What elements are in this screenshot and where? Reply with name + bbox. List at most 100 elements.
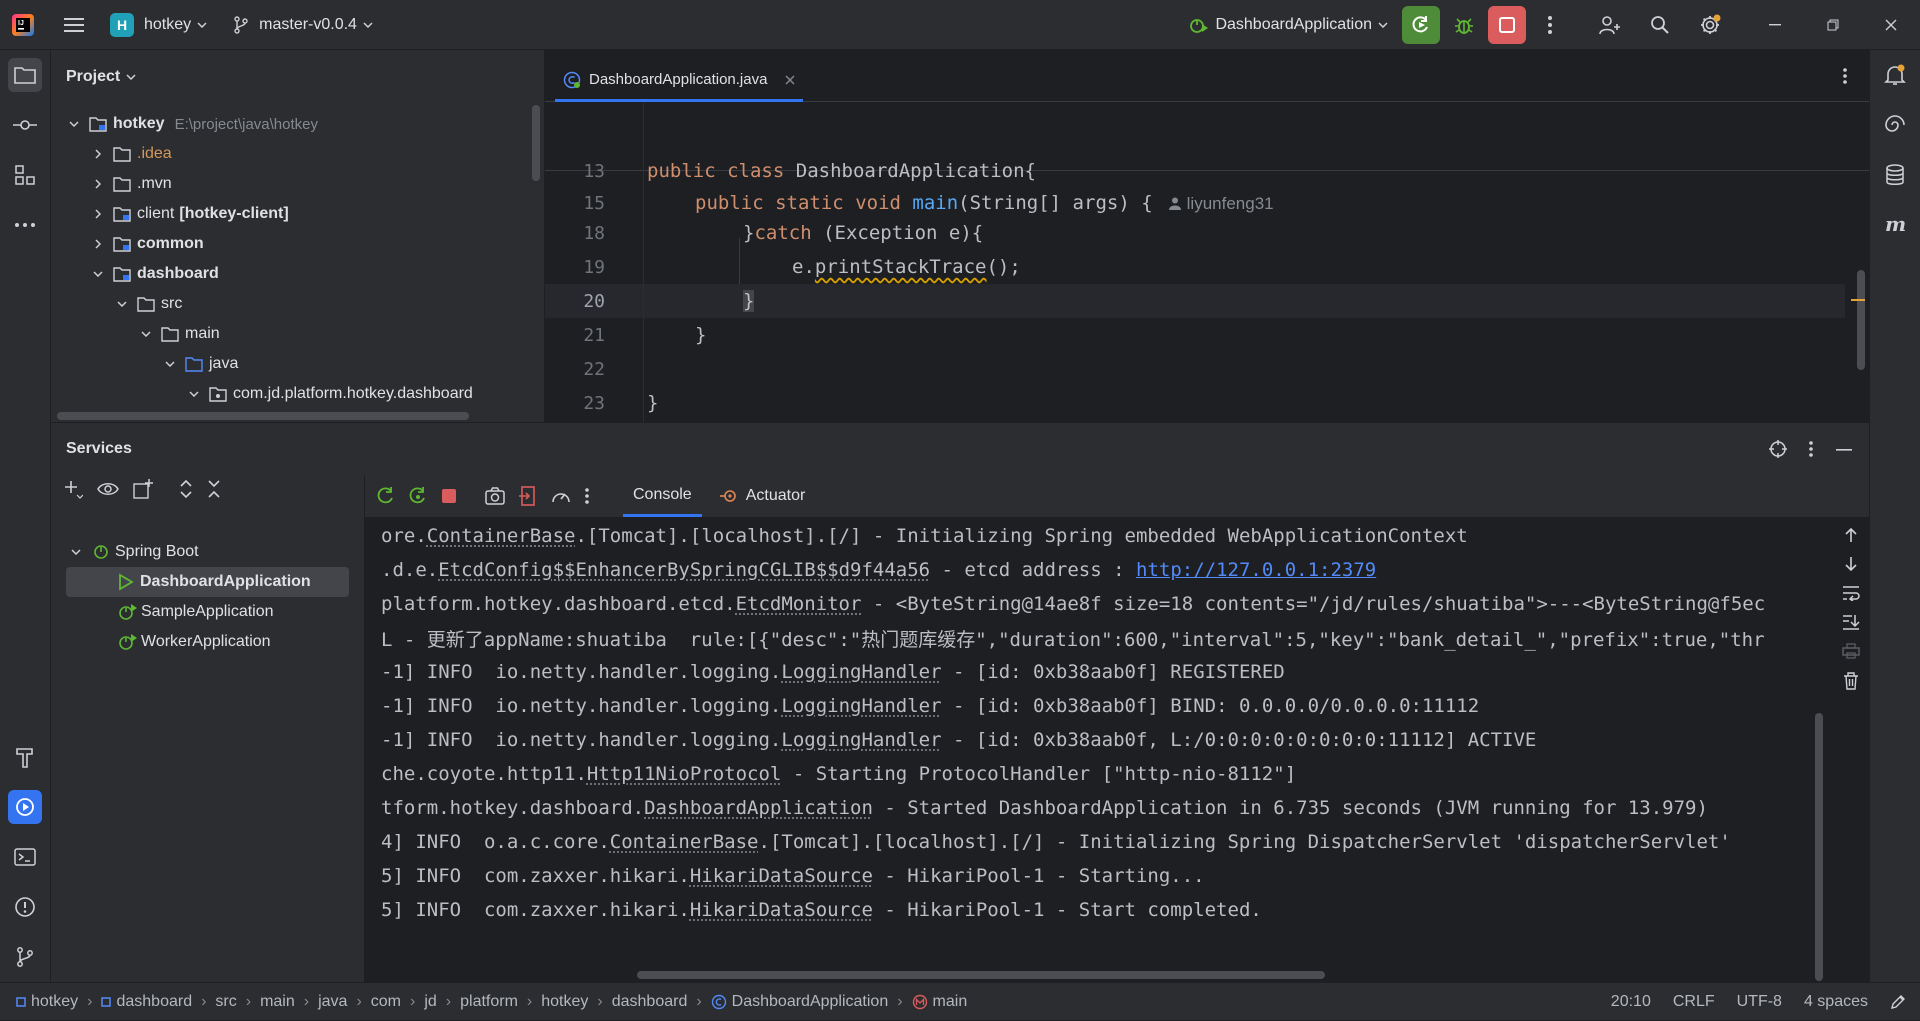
tab-actuator[interactable]: Actuator xyxy=(710,475,816,517)
close-icon[interactable] xyxy=(785,75,795,85)
add-icon[interactable] xyxy=(63,479,83,499)
chevron-right-icon[interactable] xyxy=(89,239,107,249)
more-vertical-icon[interactable] xyxy=(1843,68,1847,84)
exit-icon[interactable] xyxy=(519,486,537,506)
more-vertical-icon[interactable] xyxy=(1809,441,1813,457)
chevron-down-icon[interactable] xyxy=(161,361,179,367)
editor-scrollbar[interactable] xyxy=(1857,270,1865,370)
chevron-down-icon[interactable] xyxy=(137,331,155,337)
project-tool-button[interactable] xyxy=(8,58,42,92)
restart-icon[interactable] xyxy=(409,487,427,505)
code-with-me-button[interactable] xyxy=(1590,5,1630,45)
tree-item-package[interactable]: com.jd.platform.hotkey.dashboard xyxy=(185,380,473,408)
read-only-toggle-icon[interactable] xyxy=(1890,994,1906,1010)
more-tools-button[interactable] xyxy=(8,208,42,242)
code-line[interactable]: 20 } xyxy=(545,284,1869,318)
tree-item-idea[interactable]: .idea xyxy=(89,140,172,168)
debug-button[interactable] xyxy=(1444,5,1484,45)
project-panel-title[interactable]: Project xyxy=(66,68,136,86)
stop-icon[interactable] xyxy=(441,488,457,504)
console-vertical-scrollbar[interactable] xyxy=(1815,713,1823,981)
caret-position[interactable]: 20:10 xyxy=(1611,993,1651,1011)
collapse-all-icon[interactable] xyxy=(207,479,221,499)
line-separator[interactable]: CRLF xyxy=(1673,993,1715,1011)
file-encoding[interactable]: UTF-8 xyxy=(1737,993,1782,1011)
tab-console[interactable]: Console xyxy=(623,475,702,517)
code-line[interactable]: 18 }catch (Exception e){ xyxy=(545,216,1869,250)
vertical-scrollbar[interactable] xyxy=(532,105,540,181)
tree-item-dashboard[interactable]: dashboard xyxy=(89,260,219,288)
tree-item-spring-boot[interactable]: Spring Boot xyxy=(67,537,199,567)
camera-icon[interactable] xyxy=(485,487,505,505)
gauge-icon[interactable] xyxy=(551,487,571,505)
tree-item-root[interactable]: hotkey E:\project\java\hotkey xyxy=(65,110,318,138)
author-hint[interactable]: liyunfeng31 xyxy=(1168,194,1274,213)
branch-selector[interactable]: master-v0.0.4 xyxy=(225,8,381,42)
tree-item-client[interactable]: client [hotkey-client] xyxy=(89,200,289,228)
console-horizontal-scrollbar[interactable] xyxy=(637,971,1325,979)
chevron-right-icon[interactable] xyxy=(89,209,107,219)
trash-icon[interactable] xyxy=(1843,672,1859,690)
code-line[interactable]: 21 } xyxy=(545,318,1869,352)
service-item-worker[interactable]: WorkerApplication xyxy=(67,627,271,657)
tree-item-common[interactable]: common xyxy=(89,230,204,258)
breadcrumb-item[interactable]: jd xyxy=(424,993,436,1011)
project-selector[interactable]: H hotkey xyxy=(102,8,215,42)
arrow-down-icon[interactable] xyxy=(1844,556,1858,572)
chevron-down-icon[interactable] xyxy=(89,271,107,277)
chevron-down-icon[interactable] xyxy=(65,121,83,127)
ai-assistant-button[interactable] xyxy=(1878,108,1912,142)
soft-wrap-icon[interactable] xyxy=(1842,585,1860,601)
rerun-button[interactable] xyxy=(1402,6,1440,44)
app-logo-icon[interactable]: IJ xyxy=(0,0,46,50)
crosshair-icon[interactable] xyxy=(1769,440,1787,458)
breadcrumb-item[interactable]: hotkey xyxy=(541,993,588,1011)
commit-tool-button[interactable] xyxy=(8,108,42,142)
breadcrumb-item[interactable]: src xyxy=(215,993,236,1011)
breadcrumb-item[interactable]: com xyxy=(371,993,401,1011)
code-line[interactable]: 13 public class DashboardApplication{ xyxy=(545,154,1869,188)
horizontal-scrollbar[interactable] xyxy=(57,412,469,420)
etcd-link[interactable]: http://127.0.0.1:2379 xyxy=(1136,559,1376,581)
minimize-button[interactable] xyxy=(1746,0,1804,50)
tree-item-mvn[interactable]: .mvn xyxy=(89,170,172,198)
database-button[interactable] xyxy=(1878,158,1912,192)
terminal-tool-button[interactable] xyxy=(8,840,42,874)
notifications-button[interactable] xyxy=(1878,58,1912,92)
git-tool-button[interactable] xyxy=(8,940,42,974)
new-group-icon[interactable] xyxy=(133,479,153,499)
settings-button[interactable] xyxy=(1690,5,1730,45)
service-item-sample[interactable]: SampleApplication xyxy=(67,597,274,627)
main-menu-icon[interactable] xyxy=(54,5,94,45)
service-item-dashboard[interactable]: DashboardApplication xyxy=(66,567,349,597)
run-config-selector[interactable]: DashboardApplication xyxy=(1181,8,1396,42)
breadcrumb-item[interactable]: main xyxy=(912,993,967,1011)
breadcrumb-item[interactable]: dashboard xyxy=(101,993,192,1011)
maven-button[interactable]: m xyxy=(1878,208,1912,242)
chevron-down-icon[interactable] xyxy=(113,301,131,307)
code-line[interactable]: 22 xyxy=(545,352,1869,386)
build-tool-button[interactable] xyxy=(8,740,42,774)
arrow-up-icon[interactable] xyxy=(1844,527,1858,543)
restore-button[interactable] xyxy=(1804,0,1862,50)
rerun-icon[interactable] xyxy=(377,487,395,505)
editor-tab[interactable]: DashboardApplication.java xyxy=(555,60,804,102)
close-window-button[interactable] xyxy=(1862,0,1920,50)
breadcrumb-item[interactable]: DashboardApplication xyxy=(711,993,888,1011)
structure-tool-button[interactable] xyxy=(8,158,42,192)
breadcrumb-item[interactable]: dashboard xyxy=(612,993,688,1011)
chevron-down-icon[interactable] xyxy=(185,391,203,397)
more-vertical-icon[interactable] xyxy=(585,488,589,504)
print-icon[interactable] xyxy=(1842,643,1860,659)
code-line[interactable]: 19 e.printStackTrace(); xyxy=(545,250,1869,284)
console-output[interactable]: ore. ContainerBase .[Tomcat].[localhost].[… xyxy=(365,517,1825,983)
breadcrumb-item[interactable]: java xyxy=(318,993,347,1011)
tree-item-src[interactable]: src xyxy=(113,290,182,318)
search-button[interactable] xyxy=(1640,5,1680,45)
services-tool-button[interactable] xyxy=(8,790,42,824)
tree-item-java[interactable]: java xyxy=(161,350,238,378)
breadcrumb-item[interactable]: main xyxy=(260,993,295,1011)
breadcrumb-item[interactable]: hotkey xyxy=(16,993,78,1011)
chevron-right-icon[interactable] xyxy=(89,149,107,159)
chevron-right-icon[interactable] xyxy=(89,179,107,189)
